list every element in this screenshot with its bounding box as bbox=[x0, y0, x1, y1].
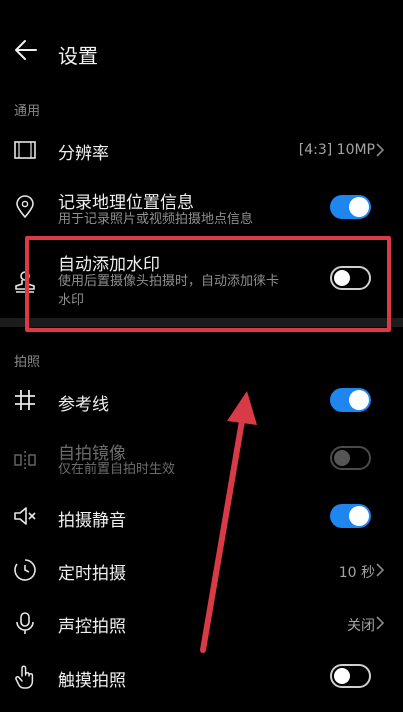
mirror-icon bbox=[12, 447, 38, 473]
grid-hash-icon bbox=[12, 387, 38, 413]
back-arrow-icon[interactable] bbox=[12, 36, 40, 64]
grid-title: 参考线 bbox=[58, 395, 109, 415]
touch-hand-icon bbox=[12, 664, 38, 690]
section-label-general: 通用 bbox=[14, 104, 41, 119]
chevron-right-icon bbox=[375, 615, 385, 631]
toggle-knob bbox=[349, 197, 369, 217]
chevron-right-icon bbox=[375, 562, 385, 578]
timer-icon bbox=[12, 557, 38, 583]
toggle-knob bbox=[349, 390, 369, 410]
mute-speaker-icon bbox=[12, 503, 38, 529]
grid-toggle[interactable] bbox=[330, 388, 371, 412]
resolution-value: [4:3] 10MP bbox=[298, 142, 375, 158]
page-title: 设置 bbox=[58, 44, 98, 68]
microphone-icon bbox=[12, 610, 38, 636]
chevron-right-icon bbox=[375, 142, 385, 158]
voice-value: 关闭 bbox=[347, 618, 375, 634]
section-label-photo: 拍照 bbox=[14, 355, 41, 370]
aspect-ratio-icon bbox=[12, 137, 38, 163]
mute-toggle[interactable] bbox=[330, 504, 371, 528]
touch-title: 触摸拍照 bbox=[58, 671, 126, 691]
voice-title: 声控拍照 bbox=[58, 617, 126, 637]
toggle-knob bbox=[334, 450, 350, 466]
location-toggle[interactable] bbox=[330, 195, 371, 219]
resolution-title: 分辨率 bbox=[58, 144, 109, 164]
mute-title: 拍摄静音 bbox=[58, 511, 126, 531]
timer-value: 10 秒 bbox=[338, 565, 375, 581]
location-subtitle: 用于记录照片或视频拍摄地点信息 bbox=[58, 212, 254, 227]
annotation-highlight-box bbox=[25, 236, 391, 332]
toggle-knob bbox=[349, 506, 369, 526]
toggle-knob bbox=[334, 668, 350, 684]
mirror-toggle[interactable] bbox=[330, 446, 371, 470]
location-pin-icon bbox=[12, 194, 38, 220]
timer-title: 定时拍摄 bbox=[58, 564, 126, 584]
annotation-arrow bbox=[185, 385, 265, 655]
touch-toggle[interactable] bbox=[330, 664, 371, 688]
